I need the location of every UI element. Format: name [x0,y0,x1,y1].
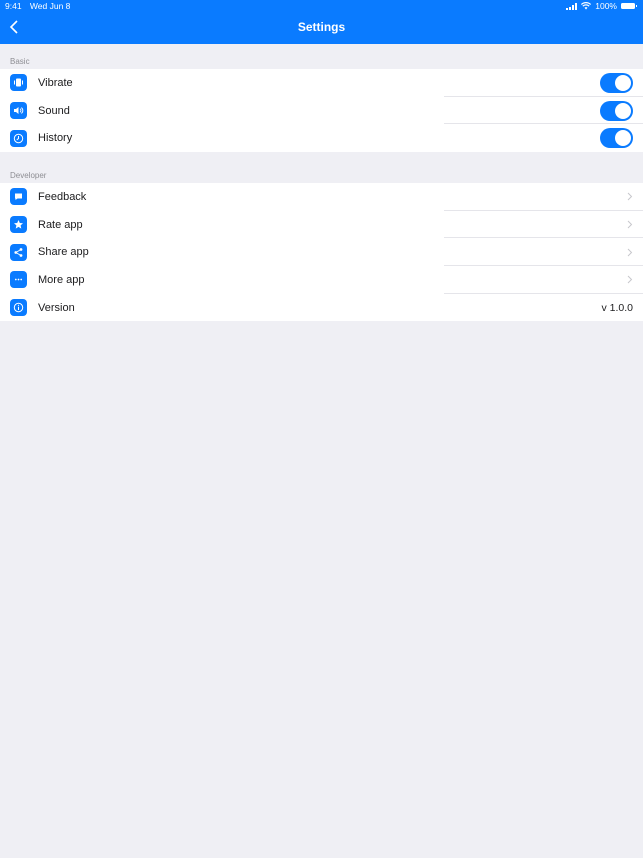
page-title: Settings [297,20,346,34]
status-bar-left: 9:41 Wed Jun 8 [5,1,76,11]
status-time: 9:41 [5,1,22,11]
basic-group: Vibrate Sound History [0,69,643,153]
setting-row-rate-app[interactable]: Rate app [0,211,643,239]
setting-label: Share app [38,246,89,259]
setting-label: More app [38,273,85,286]
share-icon [10,243,27,261]
setting-row-sound: Sound [0,97,643,125]
status-bar-right: 100% [566,1,637,11]
chevron-right-icon [627,220,633,229]
history-toggle[interactable] [600,128,633,149]
info-icon [10,299,27,317]
chevron-right-icon [627,248,633,257]
section-header-developer: Developer [10,171,47,180]
nav-bar: 9:41 Wed Jun 8 100% Settings [0,0,643,44]
chat-bubble-icon [10,188,27,206]
setting-label: Sound [38,104,70,117]
setting-row-history: History [0,124,643,152]
section-header-basic: Basic [10,57,30,66]
version-value: v 1.0.0 [601,301,633,314]
chevron-right-icon [627,192,633,201]
setting-row-version: Version v 1.0.0 [0,294,643,322]
setting-label: Feedback [38,190,87,203]
status-date: Wed Jun 8 [29,1,71,11]
clock-icon [10,129,27,147]
setting-label: History [38,132,73,145]
setting-row-share-app[interactable]: Share app [0,238,643,267]
developer-group: Feedback Rate app Share app More app Ver… [0,183,643,322]
setting-row-feedback[interactable]: Feedback [0,183,643,211]
chevron-right-icon [627,276,633,284]
setting-row-vibrate: Vibrate [0,69,643,97]
battery-percent: 100% [595,1,617,11]
wifi-icon [581,2,592,10]
speaker-icon [10,102,27,120]
battery-icon [621,3,637,9]
setting-label: Version [38,301,75,314]
vibrate-icon [10,74,27,92]
vibrate-toggle[interactable] [600,72,633,93]
more-icon [10,271,27,289]
star-icon [10,216,27,234]
sound-toggle[interactable] [600,100,633,121]
signal-icon [566,2,578,10]
setting-row-more-app[interactable]: More app [0,266,643,294]
setting-label: Rate app [38,218,83,231]
setting-label: Vibrate [38,76,73,89]
